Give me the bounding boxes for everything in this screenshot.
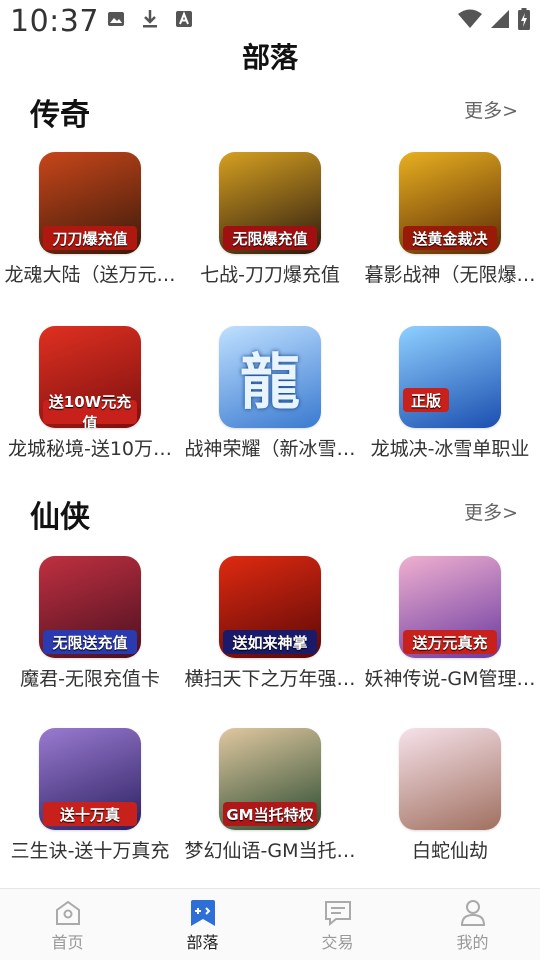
nav-trade[interactable]: 交易 <box>270 889 405 960</box>
game-icon: 送十万真 <box>39 728 141 830</box>
bookmark-icon <box>188 899 218 927</box>
home-icon <box>53 899 83 927</box>
status-bar: 10:37 <box>0 0 540 40</box>
chat-icon <box>323 899 353 927</box>
more-link[interactable]: 更多> <box>464 498 518 525</box>
game-icon: GM当托特权 <box>219 728 321 830</box>
game-badge: 正版 <box>403 388 449 412</box>
bottom-nav: 首页 部落 交易 我的 <box>0 888 540 960</box>
section-xianxia: 仙侠 更多> <box>0 492 540 535</box>
game-card[interactable]: 送如来神掌 横扫天下之万年强… <box>180 556 360 691</box>
game-name: 横扫天下之万年强… <box>184 668 356 690</box>
game-icon <box>399 728 501 830</box>
nav-tribe[interactable]: 部落 <box>135 889 270 960</box>
game-badge: 送如来神掌 <box>223 630 317 654</box>
game-card[interactable]: GM当托特权 梦幻仙语-GM当托… <box>180 728 360 863</box>
game-card[interactable]: 无限爆充值 七战-刀刀爆充值 <box>180 152 360 287</box>
signal-icon <box>490 9 510 33</box>
game-card[interactable]: 龍 战神荣耀（新冰雪… <box>180 326 360 461</box>
game-name: 七战-刀刀爆充值 <box>200 264 340 286</box>
game-card[interactable]: 送十万真 三生诀-送十万真充 <box>0 728 180 863</box>
game-card[interactable]: 刀刀爆充值 龙魂大陆（送万元… <box>0 152 180 287</box>
game-name: 龙城秘境-送10万… <box>7 438 173 460</box>
nav-home[interactable]: 首页 <box>0 889 135 960</box>
game-icon: 龍 <box>219 326 321 428</box>
nav-label: 我的 <box>456 933 489 952</box>
game-name: 梦幻仙语-GM当托… <box>184 840 356 862</box>
status-time: 10:37 <box>10 4 99 39</box>
game-icon: 正版 <box>399 326 501 428</box>
section-title: 传奇 <box>30 98 90 133</box>
app-notification-icon <box>174 9 194 29</box>
game-badge: GM当托特权 <box>223 802 317 826</box>
game-card[interactable]: 无限送充值 魔君-无限充值卡 <box>0 556 180 691</box>
game-badge: 无限送充值 <box>43 630 137 654</box>
game-badge: 送万元真充 <box>403 630 497 654</box>
game-icon: 无限送充值 <box>39 556 141 658</box>
game-badge: 龍 <box>240 347 300 418</box>
nav-label: 交易 <box>321 933 354 952</box>
more-link[interactable]: 更多> <box>464 96 518 123</box>
game-icon: 送万元真充 <box>399 556 501 658</box>
game-card[interactable]: 正版 龙城决-冰雪单职业 <box>360 326 540 461</box>
nav-mine[interactable]: 我的 <box>405 889 540 960</box>
game-name: 妖神传说-GM管理… <box>364 668 536 690</box>
wifi-icon <box>458 9 482 33</box>
game-icon: 无限爆充值 <box>219 152 321 254</box>
game-name: 暮影战神（无限爆… <box>364 264 536 286</box>
game-badge: 送黄金裁决 <box>403 226 497 250</box>
game-badge: 无限爆充值 <box>223 226 317 250</box>
game-card[interactable]: 送黄金裁决 暮影战神（无限爆… <box>360 152 540 287</box>
game-name: 魔君-无限充值卡 <box>20 668 160 690</box>
game-badge: 刀刀爆充值 <box>43 226 137 250</box>
game-name: 战神荣耀（新冰雪… <box>184 438 356 460</box>
game-icon: 送黄金裁决 <box>399 152 501 254</box>
game-badge: 送十万真 <box>43 802 137 826</box>
section-title: 仙侠 <box>30 500 90 535</box>
game-badge: 送10W元充值 <box>43 393 137 428</box>
game-name: 白蛇仙劫 <box>411 840 488 862</box>
game-card[interactable]: 送10W元充值 龙城秘境-送10万… <box>0 326 180 461</box>
image-notification-icon <box>106 9 126 29</box>
nav-label: 部落 <box>186 933 219 952</box>
battery-icon <box>518 8 530 34</box>
nav-label: 首页 <box>51 933 84 952</box>
section-legend: 传奇 更多> <box>0 90 540 133</box>
game-name: 龙城决-冰雪单职业 <box>370 438 530 460</box>
game-icon: 送10W元充值 <box>39 326 141 428</box>
profile-icon <box>458 899 488 927</box>
game-card[interactable]: 送万元真充 妖神传说-GM管理… <box>360 556 540 691</box>
download-icon <box>140 9 160 29</box>
page-title: 部落 <box>241 41 298 74</box>
game-icon: 刀刀爆充值 <box>39 152 141 254</box>
game-name: 龙魂大陆（送万元… <box>4 264 176 286</box>
game-name: 三生诀-送十万真充 <box>10 840 170 862</box>
game-card[interactable]: 白蛇仙劫 <box>360 728 540 863</box>
game-icon: 送如来神掌 <box>219 556 321 658</box>
